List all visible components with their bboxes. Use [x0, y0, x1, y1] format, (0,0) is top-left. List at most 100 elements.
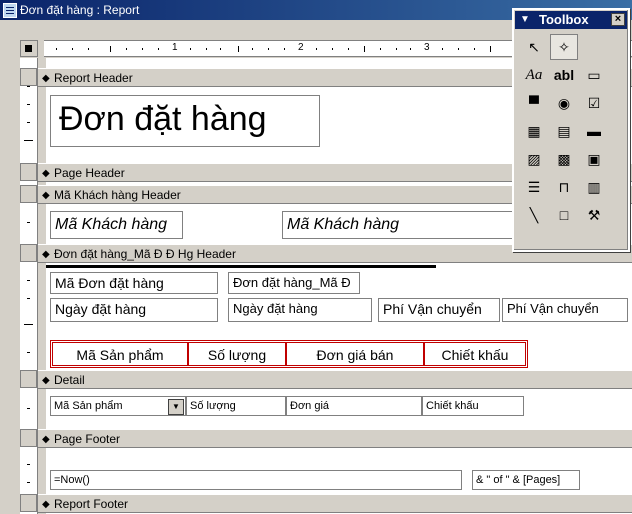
window-title: Đơn đặt hàng : Report	[20, 3, 140, 17]
section-marker-icon: ◆	[42, 434, 50, 445]
close-icon[interactable]: ×	[611, 13, 625, 26]
section-label: Report Header	[54, 71, 133, 85]
label-icon[interactable]: Aa	[520, 62, 548, 88]
text-box-icon[interactable]: abl	[550, 62, 578, 88]
ruler-tick	[410, 48, 411, 50]
section-marker-icon: ◆	[42, 499, 50, 510]
column-header-quantity[interactable]: Số lượng	[188, 342, 286, 366]
separator-line[interactable]	[46, 265, 436, 268]
report-design-window: Đơn đặt hàng : Report 1 2 3 ◆ Report Hea…	[0, 0, 632, 514]
ruler-tick	[458, 48, 459, 50]
page-break-icon[interactable]: ☰	[520, 174, 548, 200]
subform-icon[interactable]: ▥	[580, 174, 608, 200]
ruler-tick	[364, 46, 365, 52]
toolbox-title-bar[interactable]: ▼ Toolbox ×	[515, 11, 627, 29]
customer-id-label[interactable]: Mã Khách hàng	[50, 211, 183, 239]
section-detail[interactable]: ◆ Detail	[38, 370, 632, 389]
order-date-label[interactable]: Ngày đặt hàng	[50, 298, 218, 322]
toolbox-window[interactable]: ▼ Toolbox × ↖ ✧ Aa abl ▭ ▀ ◉ ☑ ▦ ▤ ▬ ▨ ▩…	[512, 8, 630, 252]
image-icon[interactable]: ▨	[520, 146, 548, 172]
product-id-combo[interactable]: Mã Sản phẩm	[50, 396, 186, 416]
order-id-label[interactable]: Mã Đơn đặt hàng	[50, 272, 218, 294]
order-id-field[interactable]: Đơn đặt hàng_Mã Đ	[228, 272, 360, 294]
ruler-tick	[238, 46, 239, 52]
vruler-tick	[27, 408, 30, 409]
ruler-tick	[206, 48, 207, 50]
ruler-number: 3	[424, 42, 430, 53]
section-selector[interactable]	[20, 494, 37, 512]
ruler-tick	[190, 48, 191, 50]
vruler-tick	[24, 140, 33, 141]
shipping-fee-label[interactable]: Phí Vận chuyển	[378, 298, 500, 322]
more-controls-icon[interactable]: ⚒	[580, 202, 608, 228]
page-number-field[interactable]: & " of " & [Pages]	[472, 470, 580, 490]
combo-box-icon[interactable]: ▦	[520, 118, 548, 144]
section-selector[interactable]	[20, 429, 37, 447]
ruler-tick	[110, 46, 111, 52]
vruler-tick	[24, 324, 33, 325]
report-selector[interactable]	[20, 40, 38, 57]
section-marker-icon: ◆	[42, 249, 50, 260]
toolbox-title: Toolbox	[539, 12, 589, 27]
ruler-tick	[142, 48, 143, 50]
section-report-footer[interactable]: ◆ Report Footer	[38, 494, 632, 513]
section-label: Detail	[54, 373, 85, 387]
vruler-tick	[27, 222, 30, 223]
ruler-tick	[126, 48, 127, 50]
command-button-icon[interactable]: ▬	[580, 118, 608, 144]
report-icon	[3, 3, 17, 18]
column-header-discount[interactable]: Chiết khấu	[424, 342, 526, 366]
vruler-tick	[27, 352, 30, 353]
ruler-tick	[396, 48, 397, 50]
control-wizards-icon[interactable]: ✧	[550, 34, 578, 60]
ruler-tick	[332, 48, 333, 50]
ruler-number: 2	[298, 42, 304, 53]
vruler-tick	[27, 298, 30, 299]
ruler-tick	[158, 48, 159, 50]
section-page-footer[interactable]: ◆ Page Footer	[38, 429, 632, 448]
ruler-tick	[348, 48, 349, 50]
quantity-field[interactable]: Số lượng	[186, 396, 286, 416]
now-field[interactable]: =Now()	[50, 470, 462, 490]
vruler-tick	[27, 280, 30, 281]
section-label: Page Header	[54, 166, 125, 180]
select-objects-icon[interactable]: ↖	[520, 34, 548, 60]
customer-id-field[interactable]: Mã Khách hàng	[282, 211, 522, 239]
tab-control-icon[interactable]: ⊓	[550, 174, 578, 200]
toggle-button-icon[interactable]: ▀	[520, 90, 548, 116]
option-group-icon[interactable]: ▭	[580, 62, 608, 88]
column-header-price[interactable]: Đơn giá bán	[286, 342, 424, 366]
ruler-tick	[88, 48, 89, 50]
order-date-field[interactable]: Ngày đặt hàng	[228, 298, 372, 322]
ruler-tick	[474, 48, 475, 50]
combo-dropdown-icon[interactable]: ▼	[168, 399, 184, 415]
section-marker-icon: ◆	[42, 73, 50, 84]
section-label: Report Footer	[54, 497, 129, 511]
ruler-tick	[220, 48, 221, 50]
section-marker-icon: ◆	[42, 190, 50, 201]
section-selector[interactable]	[20, 185, 37, 203]
section-label: Page Footer	[54, 432, 121, 446]
section-selector[interactable]	[20, 68, 37, 86]
section-selector[interactable]	[20, 244, 37, 262]
report-title-label[interactable]: Đơn đặt hàng	[50, 95, 320, 147]
rectangle-icon[interactable]: □	[550, 202, 578, 228]
unbound-object-frame-icon[interactable]: ▩	[550, 146, 578, 172]
option-button-icon[interactable]: ◉	[550, 90, 578, 116]
ruler-tick	[380, 48, 381, 50]
column-header-product[interactable]: Mã Sản phẩm	[52, 342, 188, 366]
section-label: Đơn đặt hàng_Mã Đ Đ Hg Header	[54, 247, 236, 261]
list-box-icon[interactable]: ▤	[550, 118, 578, 144]
section-selector[interactable]	[20, 370, 37, 388]
toolbox-menu-icon[interactable]: ▼	[520, 11, 530, 29]
section-selector[interactable]	[20, 163, 37, 181]
discount-field[interactable]: Chiết khấu	[422, 396, 524, 416]
line-icon[interactable]: ╲	[520, 202, 548, 228]
bound-object-frame-icon[interactable]: ▣	[580, 146, 608, 172]
vruler-tick	[27, 464, 30, 465]
unit-price-field[interactable]: Đơn giá	[286, 396, 422, 416]
section-marker-icon: ◆	[42, 375, 50, 386]
shipping-fee-field[interactable]: Phí Vận chuyển	[502, 298, 628, 322]
ruler-tick	[268, 48, 269, 50]
check-box-icon[interactable]: ☑	[580, 90, 608, 116]
